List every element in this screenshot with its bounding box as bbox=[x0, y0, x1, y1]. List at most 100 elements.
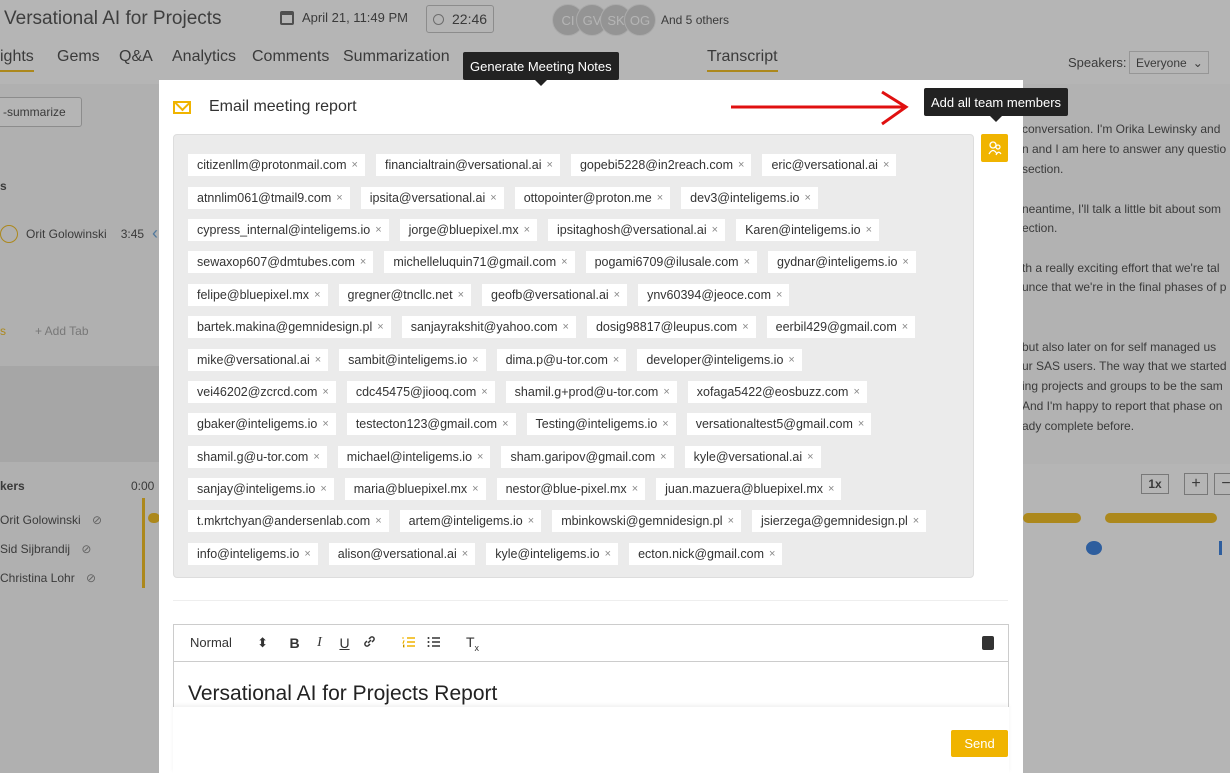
clipboard-icon[interactable] bbox=[982, 636, 994, 650]
recipient-chip[interactable]: gbaker@inteligems.io × bbox=[188, 413, 336, 436]
recipient-chip[interactable]: sanjay@inteligems.io × bbox=[188, 478, 334, 501]
recipient-chip[interactable]: kyle@versational.ai × bbox=[684, 445, 821, 468]
ordered-list-icon[interactable] bbox=[396, 635, 421, 651]
recipient-chip[interactable]: maria@bluepixel.mx × bbox=[344, 478, 486, 501]
recipient-chip[interactable]: cdc45475@jiooq.com × bbox=[346, 380, 495, 403]
recipient-chip[interactable]: Testing@inteligems.io × bbox=[526, 413, 676, 436]
remove-recipient-icon[interactable]: × bbox=[524, 224, 530, 236]
remove-recipient-icon[interactable]: × bbox=[738, 159, 744, 171]
recipient-chip[interactable]: jorge@bluepixel.mx × bbox=[399, 218, 538, 241]
recipient-chip[interactable]: dima.p@u-tor.com × bbox=[496, 348, 627, 371]
remove-recipient-icon[interactable]: × bbox=[375, 515, 381, 527]
remove-recipient-icon[interactable]: × bbox=[322, 418, 328, 430]
remove-recipient-icon[interactable]: × bbox=[490, 192, 496, 204]
recipient-chip[interactable]: michelleluquin71@gmail.com × bbox=[384, 251, 575, 274]
remove-recipient-icon[interactable]: × bbox=[788, 354, 794, 366]
remove-recipient-icon[interactable]: × bbox=[377, 321, 383, 333]
recipient-chip[interactable]: juan.mazuera@bluepixel.mx × bbox=[656, 478, 842, 501]
remove-recipient-icon[interactable]: × bbox=[375, 224, 381, 236]
remove-recipient-icon[interactable]: × bbox=[662, 418, 668, 430]
recipient-chip[interactable]: mike@versational.ai × bbox=[188, 348, 329, 371]
recipient-chip[interactable]: gydnar@inteligems.io × bbox=[768, 251, 916, 274]
remove-recipient-icon[interactable]: × bbox=[481, 386, 487, 398]
recipient-chip[interactable]: atnnlim061@tmail9.com × bbox=[188, 186, 350, 209]
remove-recipient-icon[interactable]: × bbox=[502, 418, 508, 430]
remove-recipient-icon[interactable]: × bbox=[360, 256, 366, 268]
recipient-chip[interactable]: jsierzega@gemnidesign.pl × bbox=[752, 510, 927, 533]
recipient-chip[interactable]: felipe@bluepixel.mx × bbox=[188, 283, 328, 306]
remove-recipient-icon[interactable]: × bbox=[315, 354, 321, 366]
remove-recipient-icon[interactable]: × bbox=[742, 321, 748, 333]
remove-recipient-icon[interactable]: × bbox=[657, 192, 663, 204]
recipient-chip[interactable]: citizenllm@protonmail.com × bbox=[188, 154, 365, 177]
bold-icon[interactable]: B bbox=[282, 635, 307, 651]
recipient-chip[interactable]: michael@inteligems.io × bbox=[337, 445, 491, 468]
recipient-chip[interactable]: sham.garipov@gmail.com × bbox=[501, 445, 674, 468]
remove-recipient-icon[interactable]: × bbox=[712, 224, 718, 236]
recipient-chip[interactable]: eric@versational.ai × bbox=[762, 154, 897, 177]
underline-icon[interactable]: U bbox=[332, 635, 357, 651]
recipient-chip[interactable]: cypress_internal@inteligems.io × bbox=[188, 218, 389, 241]
remove-recipient-icon[interactable]: × bbox=[913, 515, 919, 527]
recipient-chip[interactable]: t.mkrtchyan@andersenlab.com × bbox=[188, 510, 389, 533]
remove-recipient-icon[interactable]: × bbox=[477, 451, 483, 463]
remove-recipient-icon[interactable]: × bbox=[336, 192, 342, 204]
remove-recipient-icon[interactable]: × bbox=[614, 289, 620, 301]
remove-recipient-icon[interactable]: × bbox=[613, 354, 619, 366]
recipient-chip[interactable]: versationaltest5@gmail.com × bbox=[686, 413, 872, 436]
remove-recipient-icon[interactable]: × bbox=[458, 289, 464, 301]
remove-recipient-icon[interactable]: × bbox=[660, 451, 666, 463]
recipient-chip[interactable]: ynv60394@jeoce.com × bbox=[638, 283, 790, 306]
remove-recipient-icon[interactable]: × bbox=[322, 386, 328, 398]
recipient-chip[interactable]: sanjayrakshit@yahoo.com × bbox=[401, 316, 576, 339]
italic-icon[interactable]: I bbox=[307, 635, 332, 651]
remove-recipient-icon[interactable]: × bbox=[769, 548, 775, 560]
recipient-chip[interactable]: Karen@inteligems.io × bbox=[736, 218, 880, 241]
recipient-chip[interactable]: pogami6709@ilusale.com × bbox=[585, 251, 758, 274]
remove-recipient-icon[interactable]: × bbox=[804, 192, 810, 204]
remove-recipient-icon[interactable]: × bbox=[352, 159, 358, 171]
recipient-chip[interactable]: sambit@inteligems.io × bbox=[339, 348, 486, 371]
recipient-chip[interactable]: sewaxop607@dmtubes.com × bbox=[188, 251, 374, 274]
remove-recipient-icon[interactable]: × bbox=[853, 386, 859, 398]
recipient-chip[interactable]: developer@inteligems.io × bbox=[637, 348, 802, 371]
remove-recipient-icon[interactable]: × bbox=[807, 451, 813, 463]
remove-recipient-icon[interactable]: × bbox=[632, 483, 638, 495]
recipient-chip[interactable]: gopebi5228@in2reach.com × bbox=[570, 154, 752, 177]
remove-recipient-icon[interactable]: × bbox=[883, 159, 889, 171]
recipient-chip[interactable]: nestor@blue-pixel.mx × bbox=[496, 478, 646, 501]
recipient-chip[interactable]: artem@inteligems.io × bbox=[399, 510, 542, 533]
remove-recipient-icon[interactable]: × bbox=[563, 321, 569, 333]
remove-recipient-icon[interactable]: × bbox=[866, 224, 872, 236]
format-select[interactable]: Normal ⬍ bbox=[190, 635, 282, 651]
recipient-chip[interactable]: mbinkowski@gemnidesign.pl × bbox=[552, 510, 741, 533]
remove-recipient-icon[interactable]: × bbox=[304, 548, 310, 560]
remove-recipient-icon[interactable]: × bbox=[858, 418, 864, 430]
recipient-chip[interactable]: testecton123@gmail.com × bbox=[346, 413, 516, 436]
remove-recipient-icon[interactable]: × bbox=[902, 256, 908, 268]
remove-recipient-icon[interactable]: × bbox=[663, 386, 669, 398]
bullet-list-icon[interactable] bbox=[421, 635, 446, 651]
recipient-chip[interactable]: ottopointer@proton.me × bbox=[514, 186, 671, 209]
remove-recipient-icon[interactable]: × bbox=[462, 548, 468, 560]
remove-recipient-icon[interactable]: × bbox=[561, 256, 567, 268]
remove-recipient-icon[interactable]: × bbox=[828, 483, 834, 495]
recipient-chip[interactable]: xofaga5422@eosbuzz.com × bbox=[687, 380, 867, 403]
remove-recipient-icon[interactable]: × bbox=[472, 354, 478, 366]
recipient-chip[interactable]: ecton.nick@gmail.com × bbox=[629, 542, 783, 565]
remove-recipient-icon[interactable]: × bbox=[528, 515, 534, 527]
recipient-chip[interactable]: ipsitaghosh@versational.ai × bbox=[548, 218, 726, 241]
send-button[interactable]: Send bbox=[951, 730, 1008, 757]
remove-recipient-icon[interactable]: × bbox=[605, 548, 611, 560]
remove-recipient-icon[interactable]: × bbox=[547, 159, 553, 171]
recipients-field[interactable]: citizenllm@protonmail.com × financialtrain… bbox=[173, 134, 974, 578]
remove-recipient-icon[interactable]: × bbox=[320, 483, 326, 495]
link-icon[interactable] bbox=[357, 635, 382, 651]
recipient-chip[interactable]: alison@versational.ai × bbox=[328, 542, 476, 565]
remove-recipient-icon[interactable]: × bbox=[902, 321, 908, 333]
clear-format-icon[interactable]: Tx bbox=[460, 634, 485, 653]
recipient-chip[interactable]: geofb@versational.ai × bbox=[482, 283, 628, 306]
remove-recipient-icon[interactable]: × bbox=[728, 515, 734, 527]
recipient-chip[interactable]: shamil.g@u-tor.com × bbox=[188, 445, 327, 468]
recipient-chip[interactable]: shamil.g+prod@u-tor.com × bbox=[505, 380, 677, 403]
